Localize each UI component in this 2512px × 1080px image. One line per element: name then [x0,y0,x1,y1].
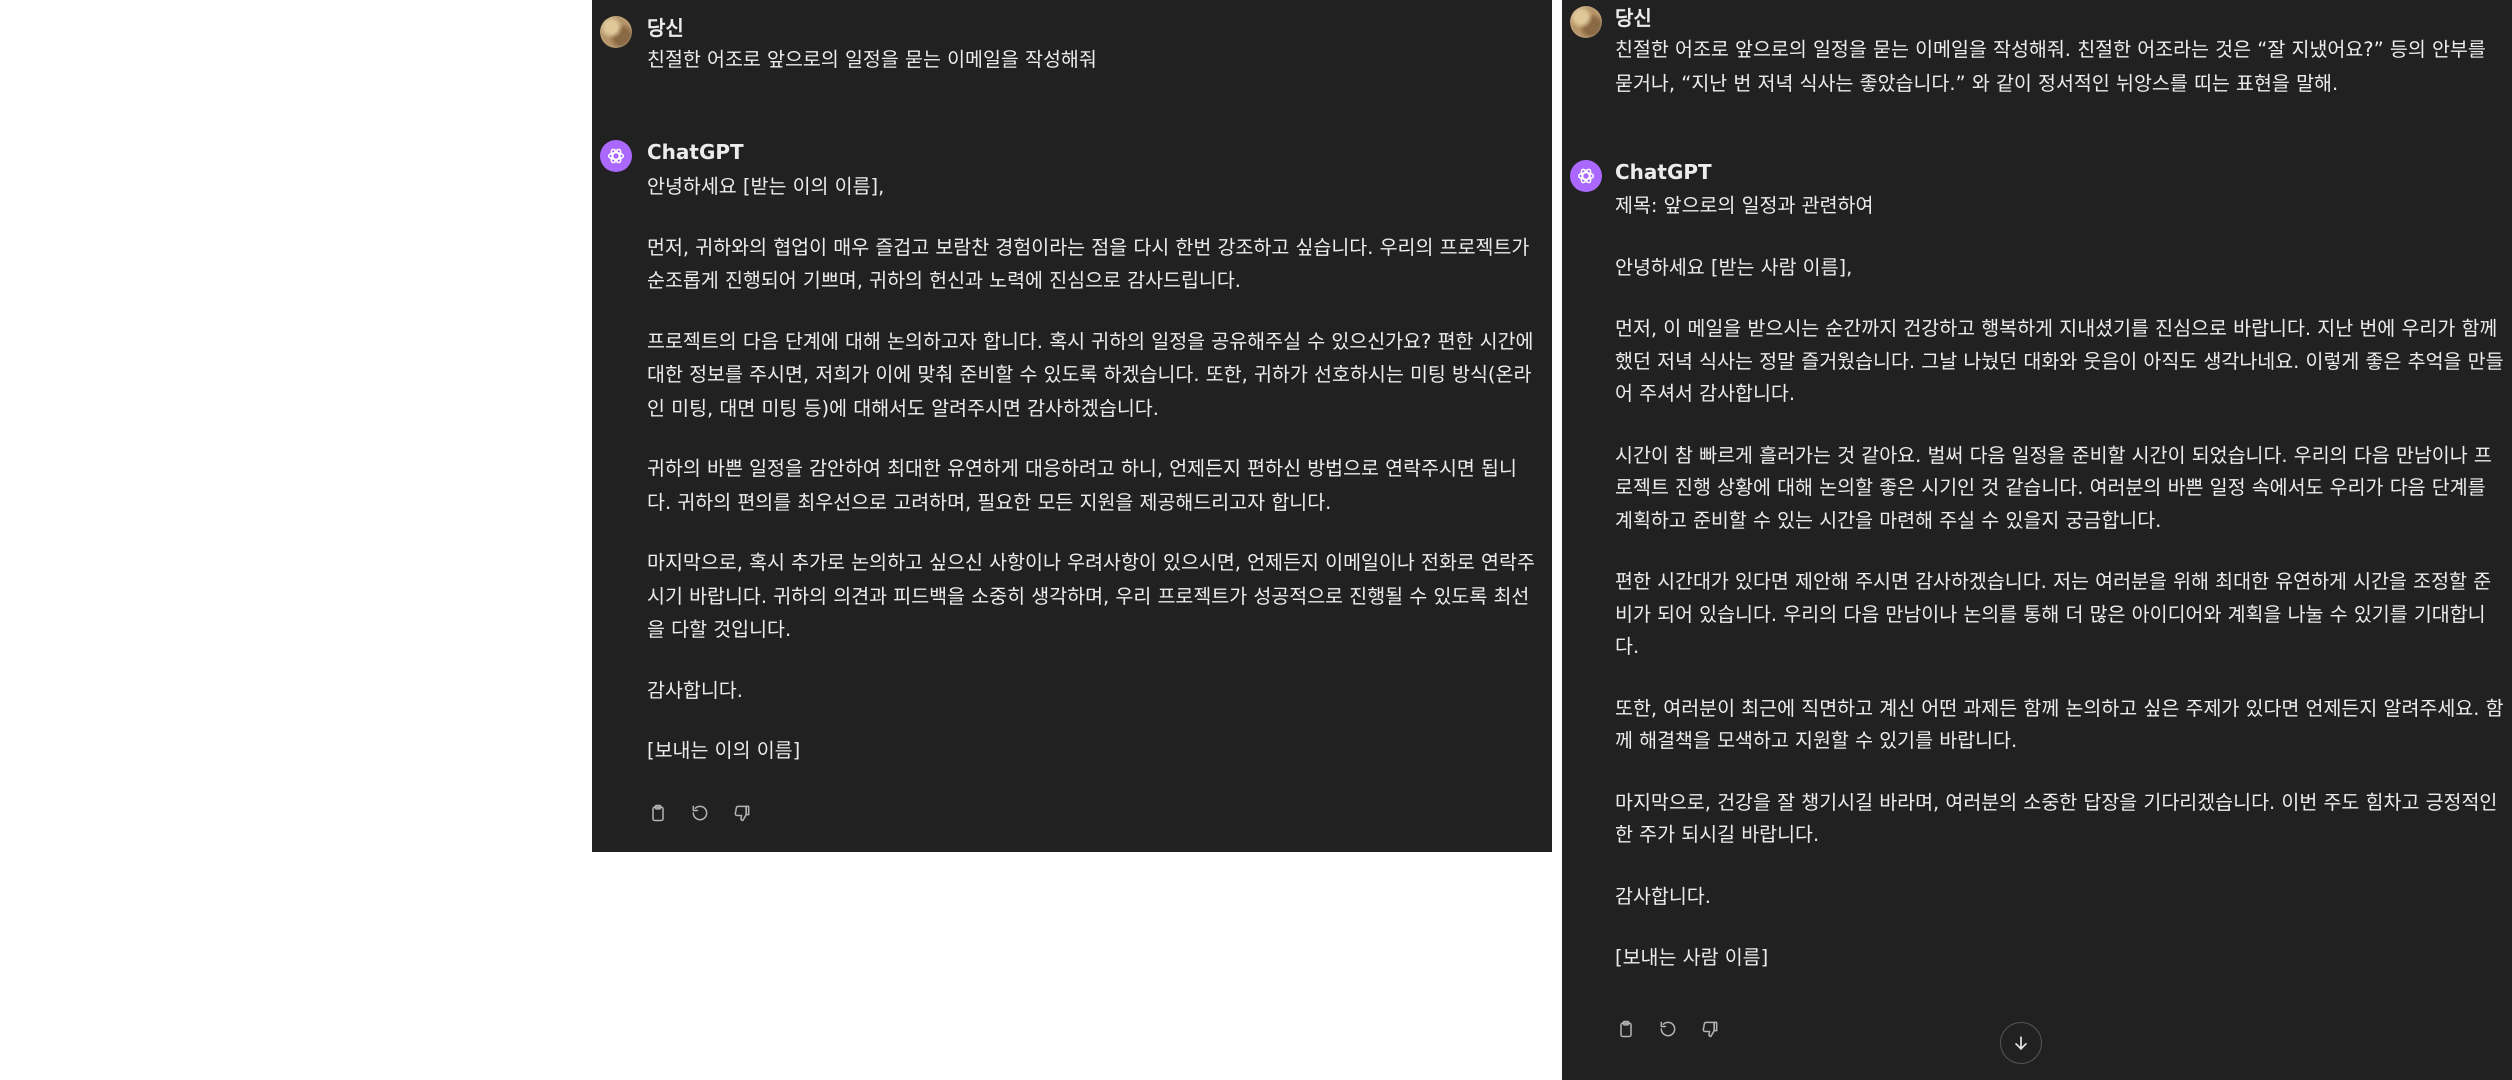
thumbs-down-icon [1702,1021,1718,1038]
message-paragraph: 마지막으로, 건강을 잘 챙기시길 바라며, 여러분의 소중한 답장을 기다리겠… [1615,790,2498,847]
user-avatar [600,16,632,48]
assistant-name: ChatGPT [647,140,744,164]
copy-button[interactable] [1615,1018,1637,1040]
copy-button[interactable] [647,802,669,824]
message-paragraph: 마지막으로, 혹시 추가로 논의하고 싶으신 사항이나 우려사항이 있으시면, … [647,551,1535,641]
message-paragraph: 감사합니다. [647,678,743,702]
user-name: 당신 [647,16,684,40]
message-actions [1615,1018,1721,1040]
chatgpt-avatar [1570,160,1602,192]
user-name: 당신 [1615,6,1652,30]
assistant-message: 안녕하세요 [받는 이의 이름], 먼저, 귀하와의 협업이 매우 즐겁고 보람… [647,170,1537,768]
user-avatar [1570,6,1602,38]
clipboard-icon [652,804,664,822]
chatgpt-logo-icon [607,148,625,164]
message-paragraph: 안녕하세요 [받는 사람 이름], [1615,255,1853,279]
user-message: 친절한 어조로 앞으로의 일정을 묻는 이메일을 작성해줘 [647,48,1097,71]
chatgpt-logo-icon [1577,168,1595,184]
chatgpt-avatar [600,140,632,172]
message-paragraph: [보내는 사람 이름] [1615,946,1769,969]
message-paragraph: 먼저, 귀하와의 협업이 매우 즐겁고 보람찬 경험이라는 점을 다시 한번 강… [647,235,1530,293]
email-subject: 제목: 앞으로의 일정과 관련하여 [1615,194,1874,217]
message-paragraph: 먼저, 이 메일을 받으시는 순간까지 건강하고 행복하게 지내셨기를 진심으로… [1615,317,2504,405]
assistant-name: ChatGPT [1615,160,1712,184]
user-message: 친절한 어조로 앞으로의 일정을 묻는 이메일을 작성해줘. 친절한 어조라는 … [1615,38,2486,95]
chat-panel-left: 당신 친절한 어조로 앞으로의 일정을 묻는 이메일을 작성해줘 ChatGPT… [592,0,1552,852]
assistant-message: 제목: 앞으로의 일정과 관련하여 안녕하세요 [받는 사람 이름], 먼저, … [1615,190,2505,975]
message-paragraph: 편한 시간대가 있다면 제안해 주시면 감사하겠습니다. 저는 여러분을 위해 … [1615,570,2492,658]
chat-panel-right: 당신 친절한 어조로 앞으로의 일정을 묻는 이메일을 작성해줘. 친절한 어조… [1562,0,2512,1080]
message-actions [647,802,753,824]
dislike-button[interactable] [731,802,753,824]
message-paragraph: 귀하의 바쁜 일정을 감안하여 최대한 유연하게 대응하려고 하니, 언제든지 … [647,457,1517,514]
message-paragraph: 시간이 참 빠르게 흘러가는 것 같아요. 벌써 다음 일정을 준비할 시간이 … [1615,443,2492,532]
message-paragraph: 감사합니다. [1615,884,1711,908]
scroll-to-bottom-button[interactable] [2000,1022,2042,1064]
message-paragraph: [보내는 이의 이름] [647,739,801,762]
regenerate-button[interactable] [1657,1018,1679,1040]
message-paragraph: 안녕하세요 [받는 이의 이름], [647,175,885,198]
clipboard-icon [1620,1020,1632,1038]
arrow-down-icon [2015,1036,2027,1050]
thumbs-down-icon [734,805,750,822]
regenerate-button[interactable] [689,802,711,824]
dislike-button[interactable] [1699,1018,1721,1040]
refresh-icon [692,805,708,821]
message-paragraph: 또한, 여러분이 최근에 직면하고 계신 어떤 과제든 함께 논의하고 싶은 주… [1615,696,2504,753]
refresh-icon [1660,1021,1676,1037]
message-paragraph: 프로젝트의 다음 단계에 대해 논의하고자 합니다. 혹시 귀하의 일정을 공유… [647,329,1534,420]
